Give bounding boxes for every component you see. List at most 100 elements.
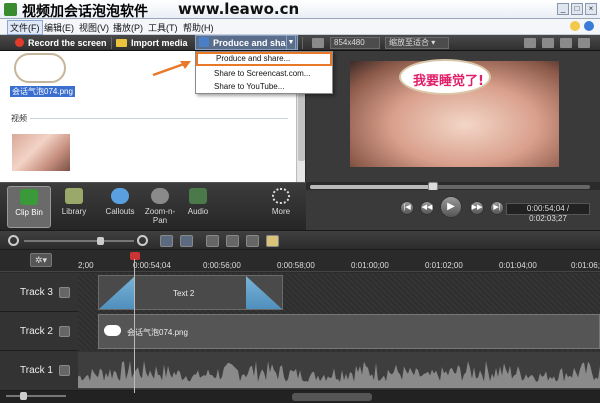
copy-icon[interactable] [246,235,259,247]
audio-icon [189,188,207,204]
record-icon [15,38,24,47]
crop-icon[interactable] [312,38,324,48]
title-bar: 视频加会话泡泡软件 www.leawo.cn _ □ × [0,0,600,19]
zoom-out-icon[interactable] [8,235,19,246]
lock-icon[interactable] [59,326,70,337]
tab-audio[interactable]: Audio [176,186,220,228]
text-clip[interactable]: Text 2 [98,275,283,310]
record-label: Record the screen [28,38,107,48]
produce-dropdown-arrow[interactable]: ▼ [286,35,296,50]
produce-share-button[interactable]: Produce and share [195,35,299,50]
ruler-tick-label: 0:00:56;00 [203,261,241,270]
lock-icon[interactable] [59,287,70,298]
speech-bubble-icon [104,325,121,336]
dimensions-select[interactable]: 854x480 [330,37,380,49]
menu-item-screencast[interactable]: Share to Screencast.com... [214,69,311,78]
tab-label: Zoom-n-Pan [144,207,176,225]
produce-label: Produce and share [213,38,295,48]
zoom-slider-handle[interactable] [97,237,104,245]
preview-seek-bar[interactable] [310,182,590,191]
skip-forward-icon[interactable]: ▶| [490,201,504,215]
ruler-tick-label: 0:01:04;00 [499,261,537,270]
fast-forward-icon[interactable]: ▶▶ [470,201,484,215]
window-controls: _ □ × [557,3,597,15]
toolbar-divider [111,37,112,49]
ruler-tick-label: 0:01:02;00 [425,261,463,270]
undo-icon[interactable] [160,235,173,247]
maximize-button[interactable]: □ [571,3,583,15]
speech-bubble-clip-thumbnail[interactable] [14,53,66,83]
lock-icon[interactable] [59,365,70,376]
close-button[interactable]: × [585,3,597,15]
audio-clip[interactable] [78,352,600,389]
tab-more[interactable]: More [259,186,303,228]
record-screen-button[interactable]: Record the screen [15,36,107,50]
playhead-line [134,259,135,393]
produce-dropdown-menu: Produce and share... Share to Screencast… [195,51,333,94]
clip-bin-icon [20,189,38,205]
playback-controls: |◀ ◀◀ ▶ ▶▶ ▶| 0:00:54;04 / 0:02:03;27 [306,190,600,230]
video-clip-thumbnail[interactable] [12,134,70,171]
edit-dimensions-icon[interactable] [524,38,536,48]
zoom-fit-select[interactable]: 缩放至适合 ▾ [385,37,449,49]
menu-bar: 文件(F) 编辑(E) 视图(V) 播放(P) 工具(T) 帮助(H) [0,19,600,35]
menu-item-youtube[interactable]: Share to YouTube... [214,82,284,91]
detach-icon[interactable] [542,38,554,48]
cut-icon[interactable] [206,235,219,247]
import-media-button[interactable]: Import media [116,36,188,50]
help-icon[interactable] [584,21,594,31]
skip-back-icon[interactable]: |◀ [400,201,414,215]
ruler-tick-label: 0:01:00;00 [351,261,389,270]
clip-label: Text 2 [173,289,195,298]
video-section-label: 视频 [11,114,27,123]
track-label: Track 1 [20,365,53,376]
library-icon [65,188,83,204]
tab-label: More [271,207,291,216]
waveform-shape [78,360,600,388]
scrollbar-thumb[interactable] [292,393,372,401]
menu-play[interactable]: 播放(P) [111,21,145,34]
track-height-slider[interactable] [6,395,66,397]
timeline-ruler[interactable]: ✲▾ 2;00 0:00:54;04 0:00:56;00 0:00:58;00… [0,251,600,272]
menu-tools[interactable]: 工具(T) [146,21,180,34]
transition-in[interactable] [99,276,135,309]
task-tabs: Clip Bin Library Callouts Zoom-n-Pan Aud… [0,182,306,230]
zoom-in-icon[interactable] [137,235,148,246]
tab-label: Callouts [105,207,135,216]
tab-library[interactable]: Library [52,186,96,228]
seek-bar-progress [310,185,434,189]
menu-item-produce-share[interactable]: Produce and share... [196,52,332,66]
track-height-handle[interactable] [20,392,27,400]
pointer-arrow-icon [152,61,191,76]
tab-clip-bin[interactable]: Clip Bin [7,186,51,228]
toolbar-divider [302,37,303,49]
window-mode-icon[interactable] [578,38,590,48]
bubble-text: 我要睡觉了! [413,74,484,89]
track-2: Track 2 会话气泡074.png [0,312,600,351]
timeline-zoom-slider[interactable] [24,240,134,242]
split-icon[interactable] [226,235,239,247]
tab-callouts[interactable]: Callouts [98,186,142,228]
minimize-button[interactable]: _ [557,3,569,15]
menu-help[interactable]: 帮助(H) [181,21,216,34]
timeline-horizontal-scrollbar[interactable] [0,391,600,403]
rewind-icon[interactable]: ◀◀ [420,201,434,215]
section-divider [30,118,288,119]
image-clip-name[interactable]: 会话气泡074.png [10,86,75,97]
ruler-tick-label: 0:01:06;00 [571,261,600,270]
paste-icon[interactable] [266,235,279,247]
play-icon[interactable]: ▶ [440,196,462,218]
image-clip[interactable]: 会话气泡074.png [98,314,600,349]
preview-panel: 我要睡觉了! [306,51,600,182]
menu-edit[interactable]: 编辑(E) [42,21,76,34]
app-icon [4,3,17,16]
track-1: Track 1 [0,351,600,391]
transition-out[interactable] [246,276,282,309]
fullscreen-icon[interactable] [560,38,572,48]
gear-icon[interactable]: ✲▾ [30,253,52,267]
menu-view[interactable]: 视图(V) [77,21,111,34]
playhead-marker[interactable] [130,252,140,260]
menu-file[interactable]: 文件(F) [7,20,43,35]
redo-icon[interactable] [180,235,193,247]
tip-icon[interactable] [570,21,580,31]
